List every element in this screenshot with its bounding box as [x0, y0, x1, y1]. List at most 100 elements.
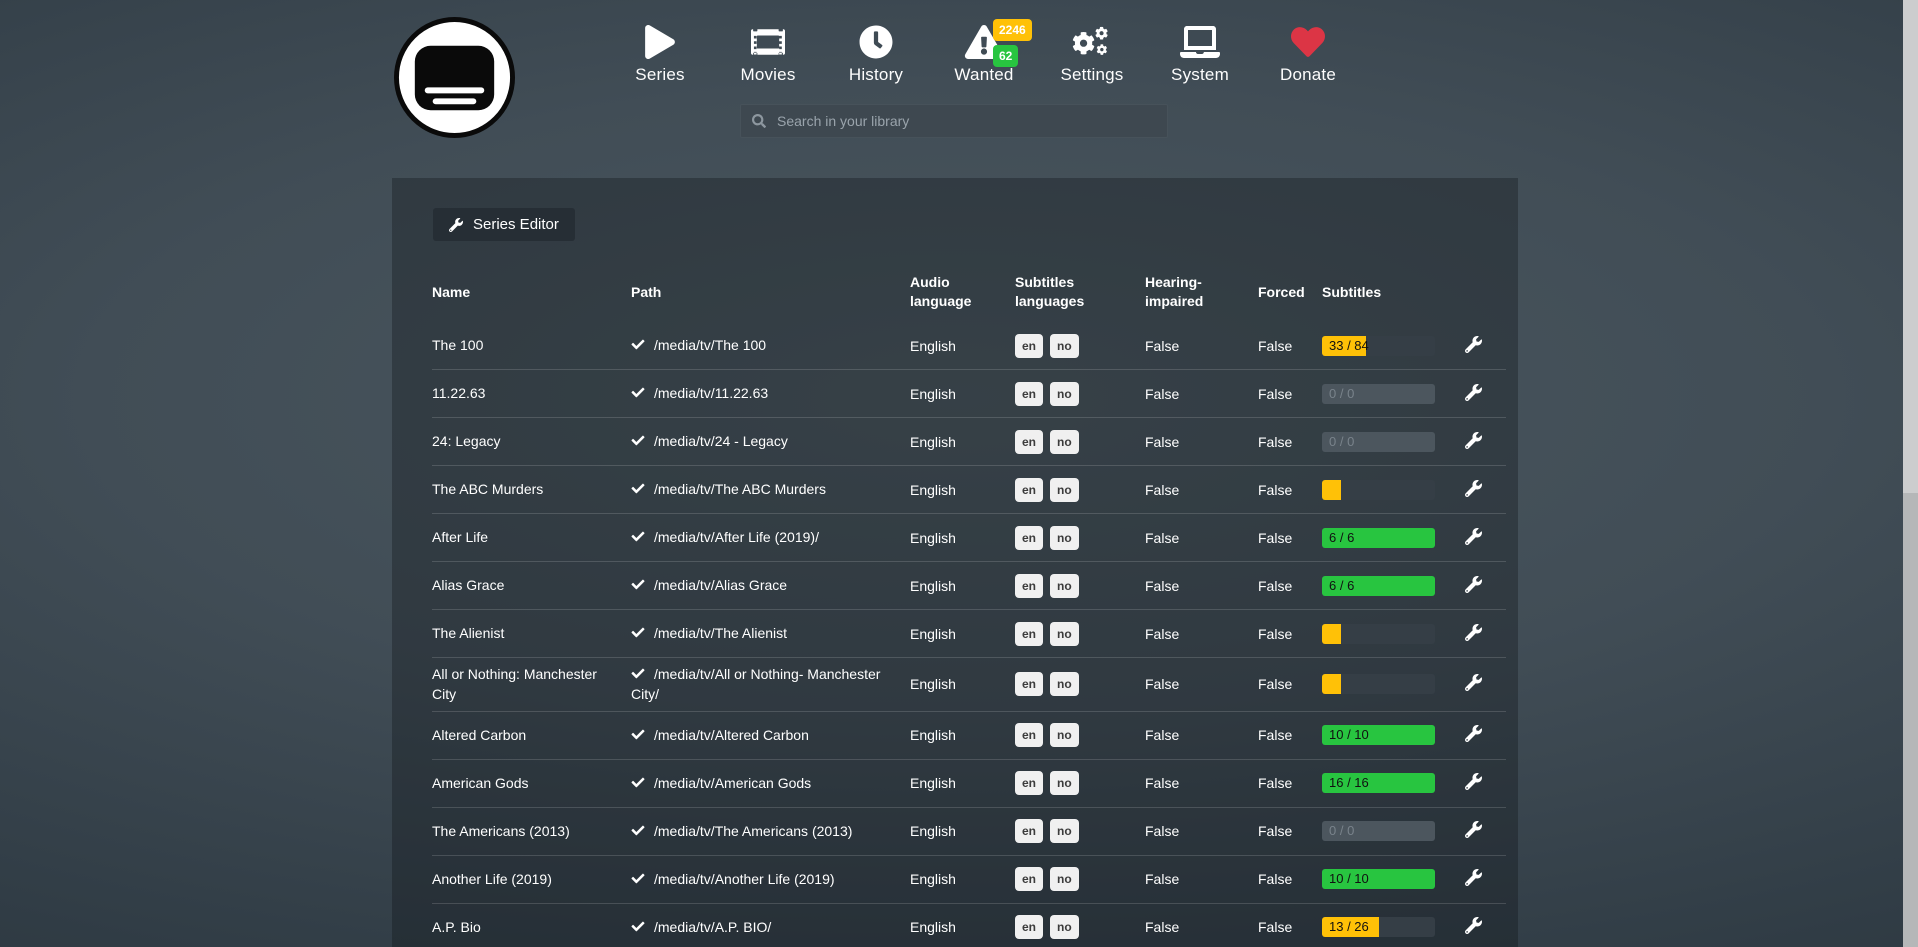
nav-badge-wanted: 2246	[993, 19, 1032, 41]
edit-series-button[interactable]	[1461, 476, 1486, 504]
language-badge-no[interactable]: no	[1050, 526, 1079, 550]
scrollbar-track[interactable]	[1903, 0, 1918, 947]
wrench-icon	[1465, 384, 1482, 401]
forced-value: False	[1258, 919, 1322, 935]
edit-series-button[interactable]	[1461, 332, 1486, 360]
language-badge-en[interactable]: en	[1015, 723, 1043, 747]
series-path: /media/tv/The 100	[631, 329, 910, 361]
check-icon	[631, 434, 645, 447]
search-input[interactable]	[740, 104, 1168, 138]
language-badge-no[interactable]: no	[1050, 867, 1079, 891]
scrollbar-thumb[interactable]	[1903, 493, 1918, 947]
language-badge-en[interactable]: en	[1015, 867, 1043, 891]
series-name[interactable]: All or Nothing: Manchester City	[432, 658, 631, 711]
series-name[interactable]: A.P. Bio	[432, 911, 631, 943]
nav-item-movies[interactable]: Movies	[714, 22, 822, 85]
language-badge-no[interactable]: no	[1050, 574, 1079, 598]
audio-language: English	[910, 871, 1015, 887]
progress-label: 10 / 10	[1329, 725, 1369, 745]
language-badge-no[interactable]: no	[1050, 478, 1079, 502]
language-badge-en[interactable]: en	[1015, 574, 1043, 598]
language-badge-en[interactable]: en	[1015, 430, 1043, 454]
wrench-icon	[1465, 821, 1482, 838]
wrench-icon	[1465, 432, 1482, 449]
language-badge-no[interactable]: no	[1050, 430, 1079, 454]
edit-series-button[interactable]	[1461, 913, 1486, 941]
audio-language: English	[910, 482, 1015, 498]
series-name[interactable]: Another Life (2019)	[432, 863, 631, 895]
path-text: /media/tv/Alias Grace	[654, 577, 787, 593]
table-row: Alias Grace /media/tv/Alias Grace Englis…	[432, 562, 1506, 610]
path-text: /media/tv/All or Nothing- Manchester Cit…	[631, 666, 880, 702]
nav-item-system[interactable]: System	[1146, 22, 1254, 85]
series-name[interactable]: American Gods	[432, 767, 631, 799]
check-icon	[631, 667, 645, 680]
language-badge-no[interactable]: no	[1050, 915, 1079, 939]
subtitles-progress-bar	[1322, 624, 1435, 644]
series-name[interactable]: The Americans (2013)	[432, 815, 631, 847]
check-icon	[631, 578, 645, 591]
edit-series-button[interactable]	[1461, 380, 1486, 408]
series-editor-button[interactable]: Series Editor	[433, 208, 575, 241]
path-text: /media/tv/The ABC Murders	[654, 481, 826, 497]
language-badge-en[interactable]: en	[1015, 819, 1043, 843]
language-badge-en[interactable]: en	[1015, 672, 1043, 696]
language-badge-en[interactable]: en	[1015, 382, 1043, 406]
language-badge-en[interactable]: en	[1015, 526, 1043, 550]
edit-series-button[interactable]	[1461, 572, 1486, 600]
language-badge-no[interactable]: no	[1050, 723, 1079, 747]
nav-item-history[interactable]: History	[822, 22, 930, 85]
edit-series-button[interactable]	[1461, 769, 1486, 797]
path-text: /media/tv/11.22.63	[654, 385, 768, 401]
language-badge-en[interactable]: en	[1015, 915, 1043, 939]
series-name[interactable]: 24: Legacy	[432, 425, 631, 457]
nav-item-donate[interactable]: Donate	[1254, 22, 1362, 85]
language-badge-no[interactable]: no	[1050, 382, 1079, 406]
edit-series-button[interactable]	[1461, 620, 1486, 648]
language-badge-no[interactable]: no	[1050, 771, 1079, 795]
series-name[interactable]: After Life	[432, 521, 631, 553]
hearing-impaired-value: False	[1145, 775, 1258, 791]
edit-series-button[interactable]	[1461, 721, 1486, 749]
hearing-impaired-value: False	[1145, 919, 1258, 935]
film-icon	[748, 25, 788, 59]
table-row: Another Life (2019) /media/tv/Another Li…	[432, 856, 1506, 904]
subtitles-progress-bar: 10 / 10	[1322, 725, 1435, 745]
nav-item-settings[interactable]: Settings	[1038, 22, 1146, 85]
nav-item-series[interactable]: Series	[606, 22, 714, 85]
series-name[interactable]: Altered Carbon	[432, 719, 631, 751]
table-body: The 100 /media/tv/The 100 English enno F…	[432, 322, 1506, 947]
edit-series-button[interactable]	[1461, 670, 1486, 698]
search-bar	[740, 104, 1168, 138]
subtitle-languages: enno	[1015, 622, 1145, 646]
check-icon	[631, 872, 645, 885]
language-badge-en[interactable]: en	[1015, 771, 1043, 795]
edit-series-button[interactable]	[1461, 428, 1486, 456]
app-logo[interactable]	[393, 16, 516, 139]
edit-series-button[interactable]	[1461, 524, 1486, 552]
language-badge-no[interactable]: no	[1050, 622, 1079, 646]
progress-label: 0 / 0	[1329, 384, 1354, 404]
edit-series-button[interactable]	[1461, 865, 1486, 893]
progress-label: 33 / 84	[1329, 336, 1369, 356]
subtitle-languages: enno	[1015, 430, 1145, 454]
series-name[interactable]: The Alienist	[432, 617, 631, 649]
series-name[interactable]: Alias Grace	[432, 569, 631, 601]
series-path: /media/tv/Altered Carbon	[631, 719, 910, 751]
series-name[interactable]: 11.22.63	[432, 377, 631, 409]
nav-item-wanted[interactable]: Wanted 224662	[930, 22, 1038, 85]
edit-series-button[interactable]	[1461, 817, 1486, 845]
language-badge-no[interactable]: no	[1050, 334, 1079, 358]
series-name[interactable]: The 100	[432, 329, 631, 361]
laptop-icon	[1180, 25, 1220, 59]
language-badge-en[interactable]: en	[1015, 622, 1043, 646]
language-badge-en[interactable]: en	[1015, 478, 1043, 502]
check-icon	[631, 824, 645, 837]
language-badge-no[interactable]: no	[1050, 672, 1079, 696]
language-badge-en[interactable]: en	[1015, 334, 1043, 358]
series-name[interactable]: The ABC Murders	[432, 473, 631, 505]
wrench-icon	[1465, 773, 1482, 790]
forced-value: False	[1258, 775, 1322, 791]
language-badge-no[interactable]: no	[1050, 819, 1079, 843]
series-path: /media/tv/The ABC Murders	[631, 473, 910, 505]
